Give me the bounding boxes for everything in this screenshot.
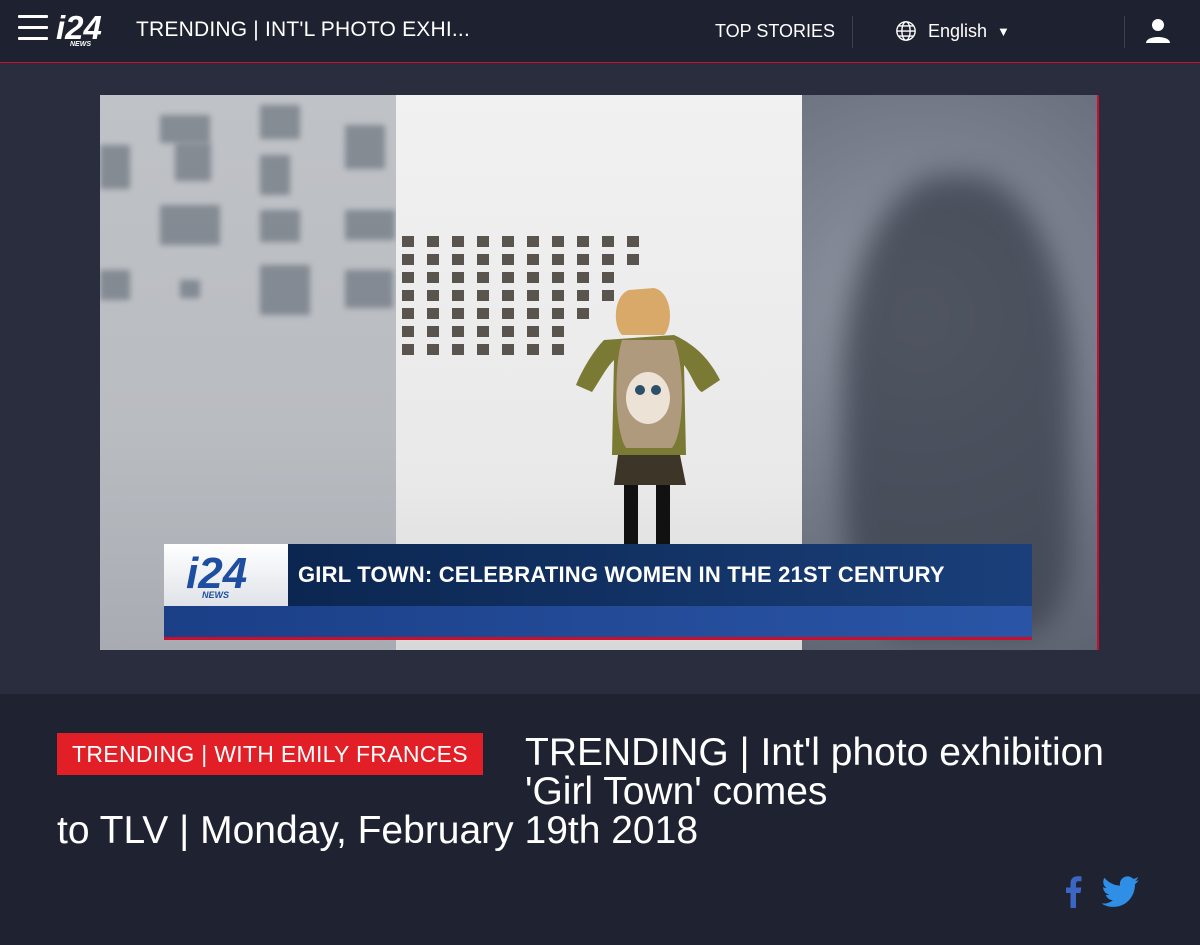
nav-divider [1124, 16, 1125, 48]
lower-third-banner: i24 NEWS GIRL TOWN: CELEBRATING WOMEN IN… [164, 544, 1032, 640]
i24-logo[interactable]: i24 NEWS [56, 12, 120, 48]
top-stories-link[interactable]: TOP STORIES [715, 21, 835, 42]
lower-third-logo: i24 NEWS [164, 544, 288, 606]
twitter-icon[interactable] [1102, 876, 1140, 908]
globe-icon [896, 21, 916, 41]
article-headline-line1: TRENDING | Int'l photo exhibition 'Girl … [525, 731, 1104, 813]
woman-figure [576, 288, 720, 550]
nav-divider [852, 16, 853, 48]
lower-third-title: GIRL TOWN: CELEBRATING WOMEN IN THE 21ST… [288, 544, 1032, 606]
article-headline-line2: to TLV | Monday, February 19th 2018 [57, 809, 699, 852]
video-player[interactable]: i24 NEWS GIRL TOWN: CELEBRATING WOMEN IN… [100, 95, 1099, 650]
svg-text:NEWS: NEWS [202, 590, 229, 600]
lower-third-ticker [164, 606, 1032, 640]
svg-text:NEWS: NEWS [70, 41, 91, 48]
language-label: English [928, 20, 988, 41]
category-badge[interactable]: TRENDING | WITH EMILY FRANCES [57, 733, 483, 775]
language-selector[interactable]: English ▼ [895, 20, 1010, 42]
page-breadcrumb: TRENDING | INT'L PHOTO EXHI... [136, 18, 471, 41]
video-stage: i24 NEWS GIRL TOWN: CELEBRATING WOMEN IN… [0, 63, 1200, 694]
top-navigation-bar: i24 NEWS TRENDING | INT'L PHOTO EXHI... … [0, 0, 1200, 63]
user-icon[interactable] [1144, 17, 1172, 45]
hamburger-icon[interactable] [18, 15, 48, 43]
chevron-down-icon: ▼ [997, 23, 1010, 39]
facebook-icon[interactable] [1064, 874, 1082, 908]
